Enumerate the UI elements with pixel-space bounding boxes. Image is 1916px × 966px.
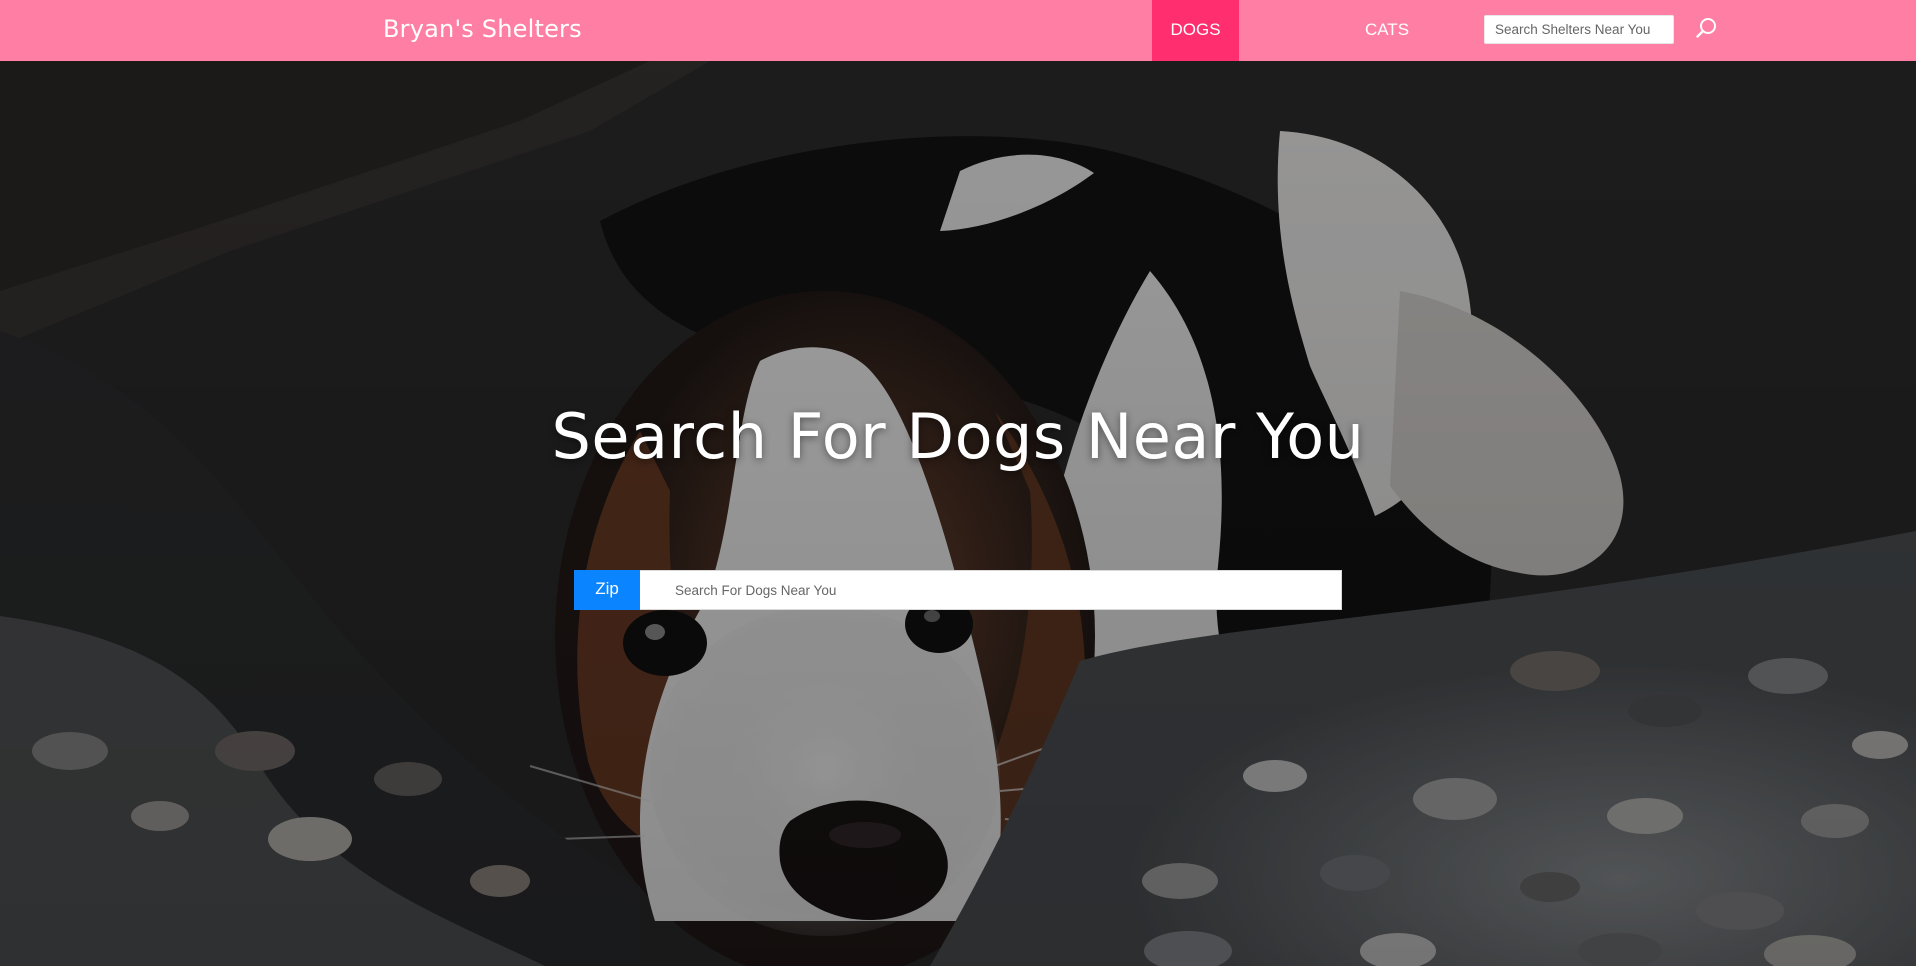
zip-search-bar: Zip: [574, 570, 1342, 610]
zip-search-input[interactable]: [640, 570, 1342, 610]
dog-hero-image: [0, 61, 1916, 966]
hero-title: Search For Dogs Near You: [551, 400, 1365, 473]
site-brand[interactable]: Bryan's Shelters: [383, 0, 582, 61]
shelter-search-input[interactable]: [1484, 15, 1674, 44]
page: Bryan's Shelters DOGS CATS Search Shelte…: [0, 0, 1916, 966]
nav-cats-link[interactable]: CATS: [1347, 0, 1427, 61]
hero-section: Search For Dogs Near You Zip: [0, 61, 1916, 966]
top-navbar: Bryan's Shelters DOGS CATS: [0, 0, 1916, 61]
nav-dogs-link[interactable]: DOGS: [1152, 0, 1239, 61]
zip-label: Zip: [574, 570, 640, 610]
search-icon[interactable]: [1692, 14, 1722, 44]
